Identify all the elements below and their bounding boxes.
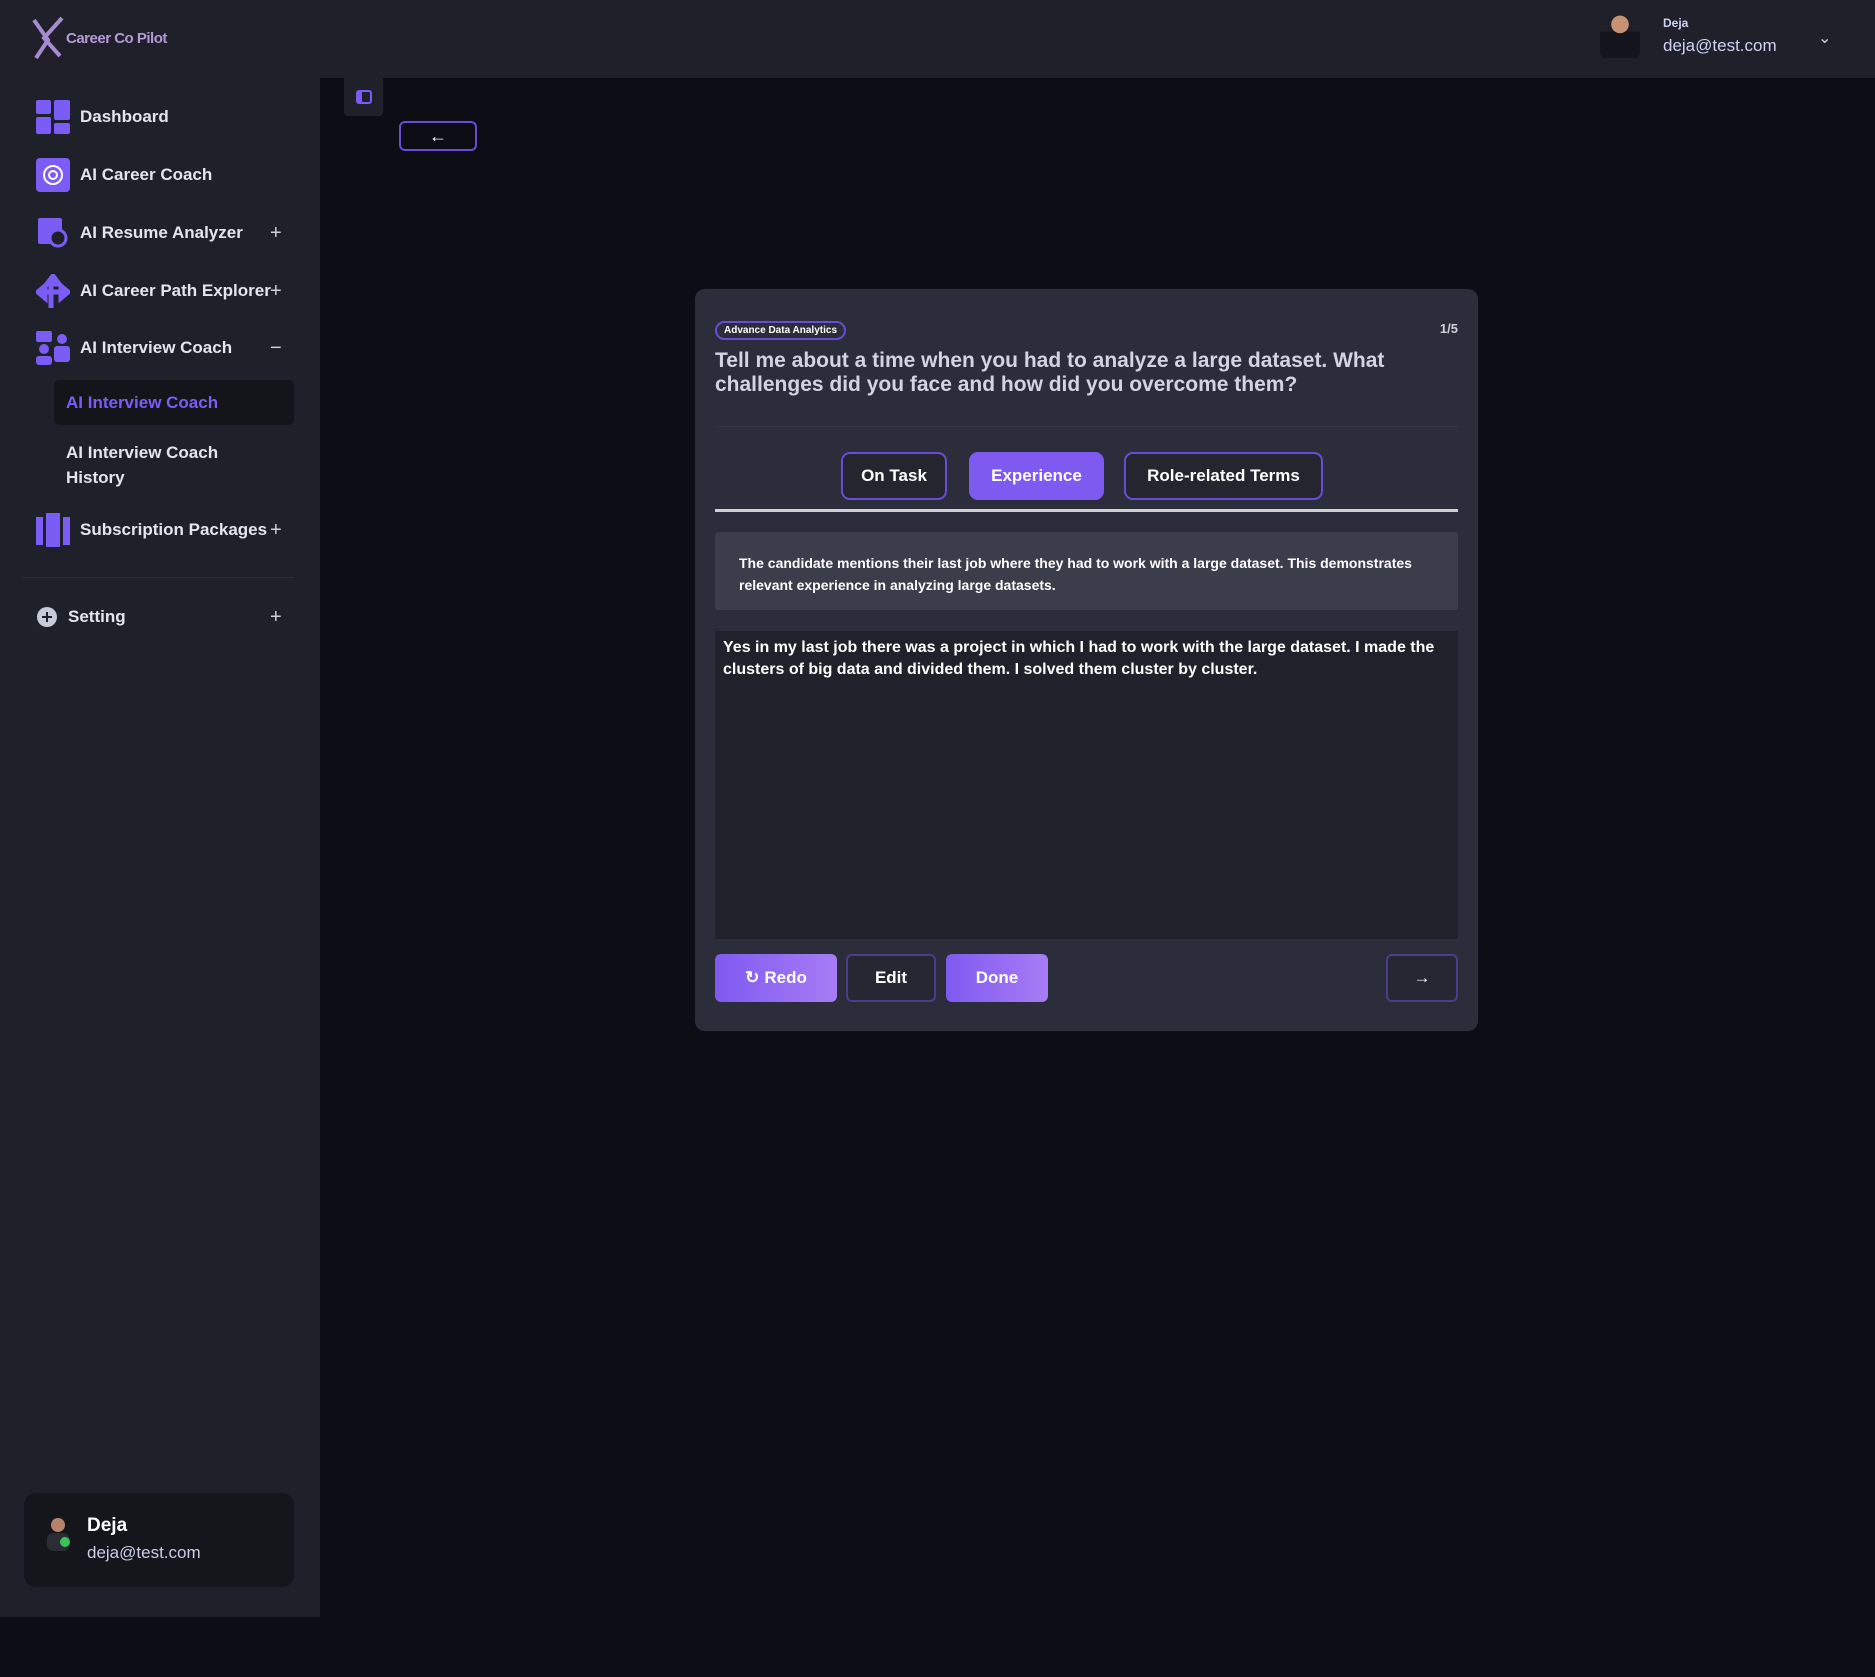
sidebar-item-label: Subscription Packages	[80, 520, 268, 539]
expand-icon[interactable]: +	[270, 280, 282, 303]
packages-icon	[36, 513, 70, 547]
tab-on-task[interactable]: On Task	[841, 452, 947, 500]
sidebar-item-label: AI Career Coach	[80, 165, 213, 184]
divider	[715, 426, 1458, 427]
logo-icon	[32, 16, 64, 60]
logo[interactable]: Career Co Pilot	[32, 16, 167, 60]
sidebar-item-label: AI Resume Analyzer	[80, 223, 243, 242]
question-progress: 1/5	[1439, 321, 1458, 336]
redo-icon: ↻	[745, 968, 760, 987]
sidebar-item-dashboard[interactable]: Dashboard	[36, 100, 286, 134]
sidebar-item-label: Dashboard	[80, 107, 169, 126]
sidebar-item-ai-resume-analyzer[interactable]: AI Resume Analyzer +	[36, 216, 286, 250]
interview-question-card: Advance Data Analytics 1/5 Tell me about…	[695, 289, 1478, 1031]
sidebar-item-label: Setting	[68, 607, 126, 626]
arrow-right-icon: →	[1413, 968, 1431, 987]
avatar	[47, 1518, 70, 1551]
category-badge: Advance Data Analytics	[715, 321, 847, 340]
tab-experience[interactable]: Experience	[969, 452, 1104, 500]
avatar	[1600, 10, 1640, 58]
sidebar-toggle-button[interactable]	[344, 78, 383, 116]
sidebar-item-ai-career-coach[interactable]: AI Career Coach	[36, 158, 286, 192]
header-user-email: deja@test.com	[1663, 36, 1777, 55]
resume-analyzer-icon	[36, 216, 70, 250]
dashboard-icon	[36, 100, 70, 134]
header-user-name: Deja	[1663, 16, 1689, 30]
sidebar-item-ai-interview-coach[interactable]: AI Interview Coach −	[36, 331, 286, 365]
sidebar-panel-icon	[355, 90, 372, 104]
expand-icon[interactable]: +	[270, 222, 282, 245]
sidebar-subitem-interview-history[interactable]: AI Interview Coach History	[66, 440, 246, 490]
signpost-icon	[36, 274, 70, 308]
sidebar-divider	[22, 577, 294, 578]
feedback-text: The candidate mentions their last job wh…	[715, 532, 1458, 610]
header-user-menu[interactable]: Deja deja@test.com	[1600, 10, 1777, 58]
top-bar: Career Co Pilot Deja deja@test.com ⌄	[0, 0, 1875, 78]
sidebar-item-setting[interactable]: Setting +	[36, 600, 286, 634]
redo-button[interactable]: ↻ Redo	[715, 954, 837, 1002]
done-button[interactable]: Done	[946, 954, 1048, 1002]
sidebar: Dashboard AI Career Coach AI Resume Anal…	[0, 78, 320, 1617]
interview-icon	[36, 331, 70, 365]
openai-icon	[36, 158, 70, 192]
settings-icon	[36, 600, 58, 634]
brand-name: Career Co Pilot	[66, 29, 167, 47]
sidebar-subitem-ai-interview-coach[interactable]: AI Interview Coach	[54, 380, 294, 425]
chevron-down-icon[interactable]: ⌄	[1818, 28, 1831, 48]
user-name: Deja	[87, 1515, 128, 1536]
question-text: Tell me about a time when you had to ana…	[715, 349, 1385, 396]
back-button[interactable]: ←	[399, 121, 477, 151]
collapse-icon[interactable]: −	[270, 337, 282, 360]
expand-icon[interactable]: +	[270, 606, 282, 629]
redo-label: Redo	[764, 968, 807, 987]
expand-icon[interactable]: +	[270, 519, 282, 542]
sidebar-user-card[interactable]: Deja deja@test.com	[24, 1493, 294, 1587]
user-email: deja@test.com	[87, 1543, 201, 1562]
arrow-left-icon: ←	[429, 125, 447, 146]
sidebar-item-label: AI Interview Coach	[80, 338, 233, 357]
sidebar-item-subscription-packages[interactable]: Subscription Packages +	[36, 513, 286, 547]
tab-underline	[715, 509, 1458, 512]
sidebar-item-ai-career-path-explorer[interactable]: AI Career Path Explorer +	[36, 274, 286, 308]
next-button[interactable]: →	[1386, 954, 1458, 1002]
sidebar-item-label: AI Career Path Explorer	[80, 281, 271, 300]
edit-button[interactable]: Edit	[846, 954, 936, 1002]
tab-role-related-terms[interactable]: Role-related Terms	[1124, 452, 1323, 500]
answer-textarea[interactable]: Yes in my last job there was a project i…	[715, 631, 1458, 939]
